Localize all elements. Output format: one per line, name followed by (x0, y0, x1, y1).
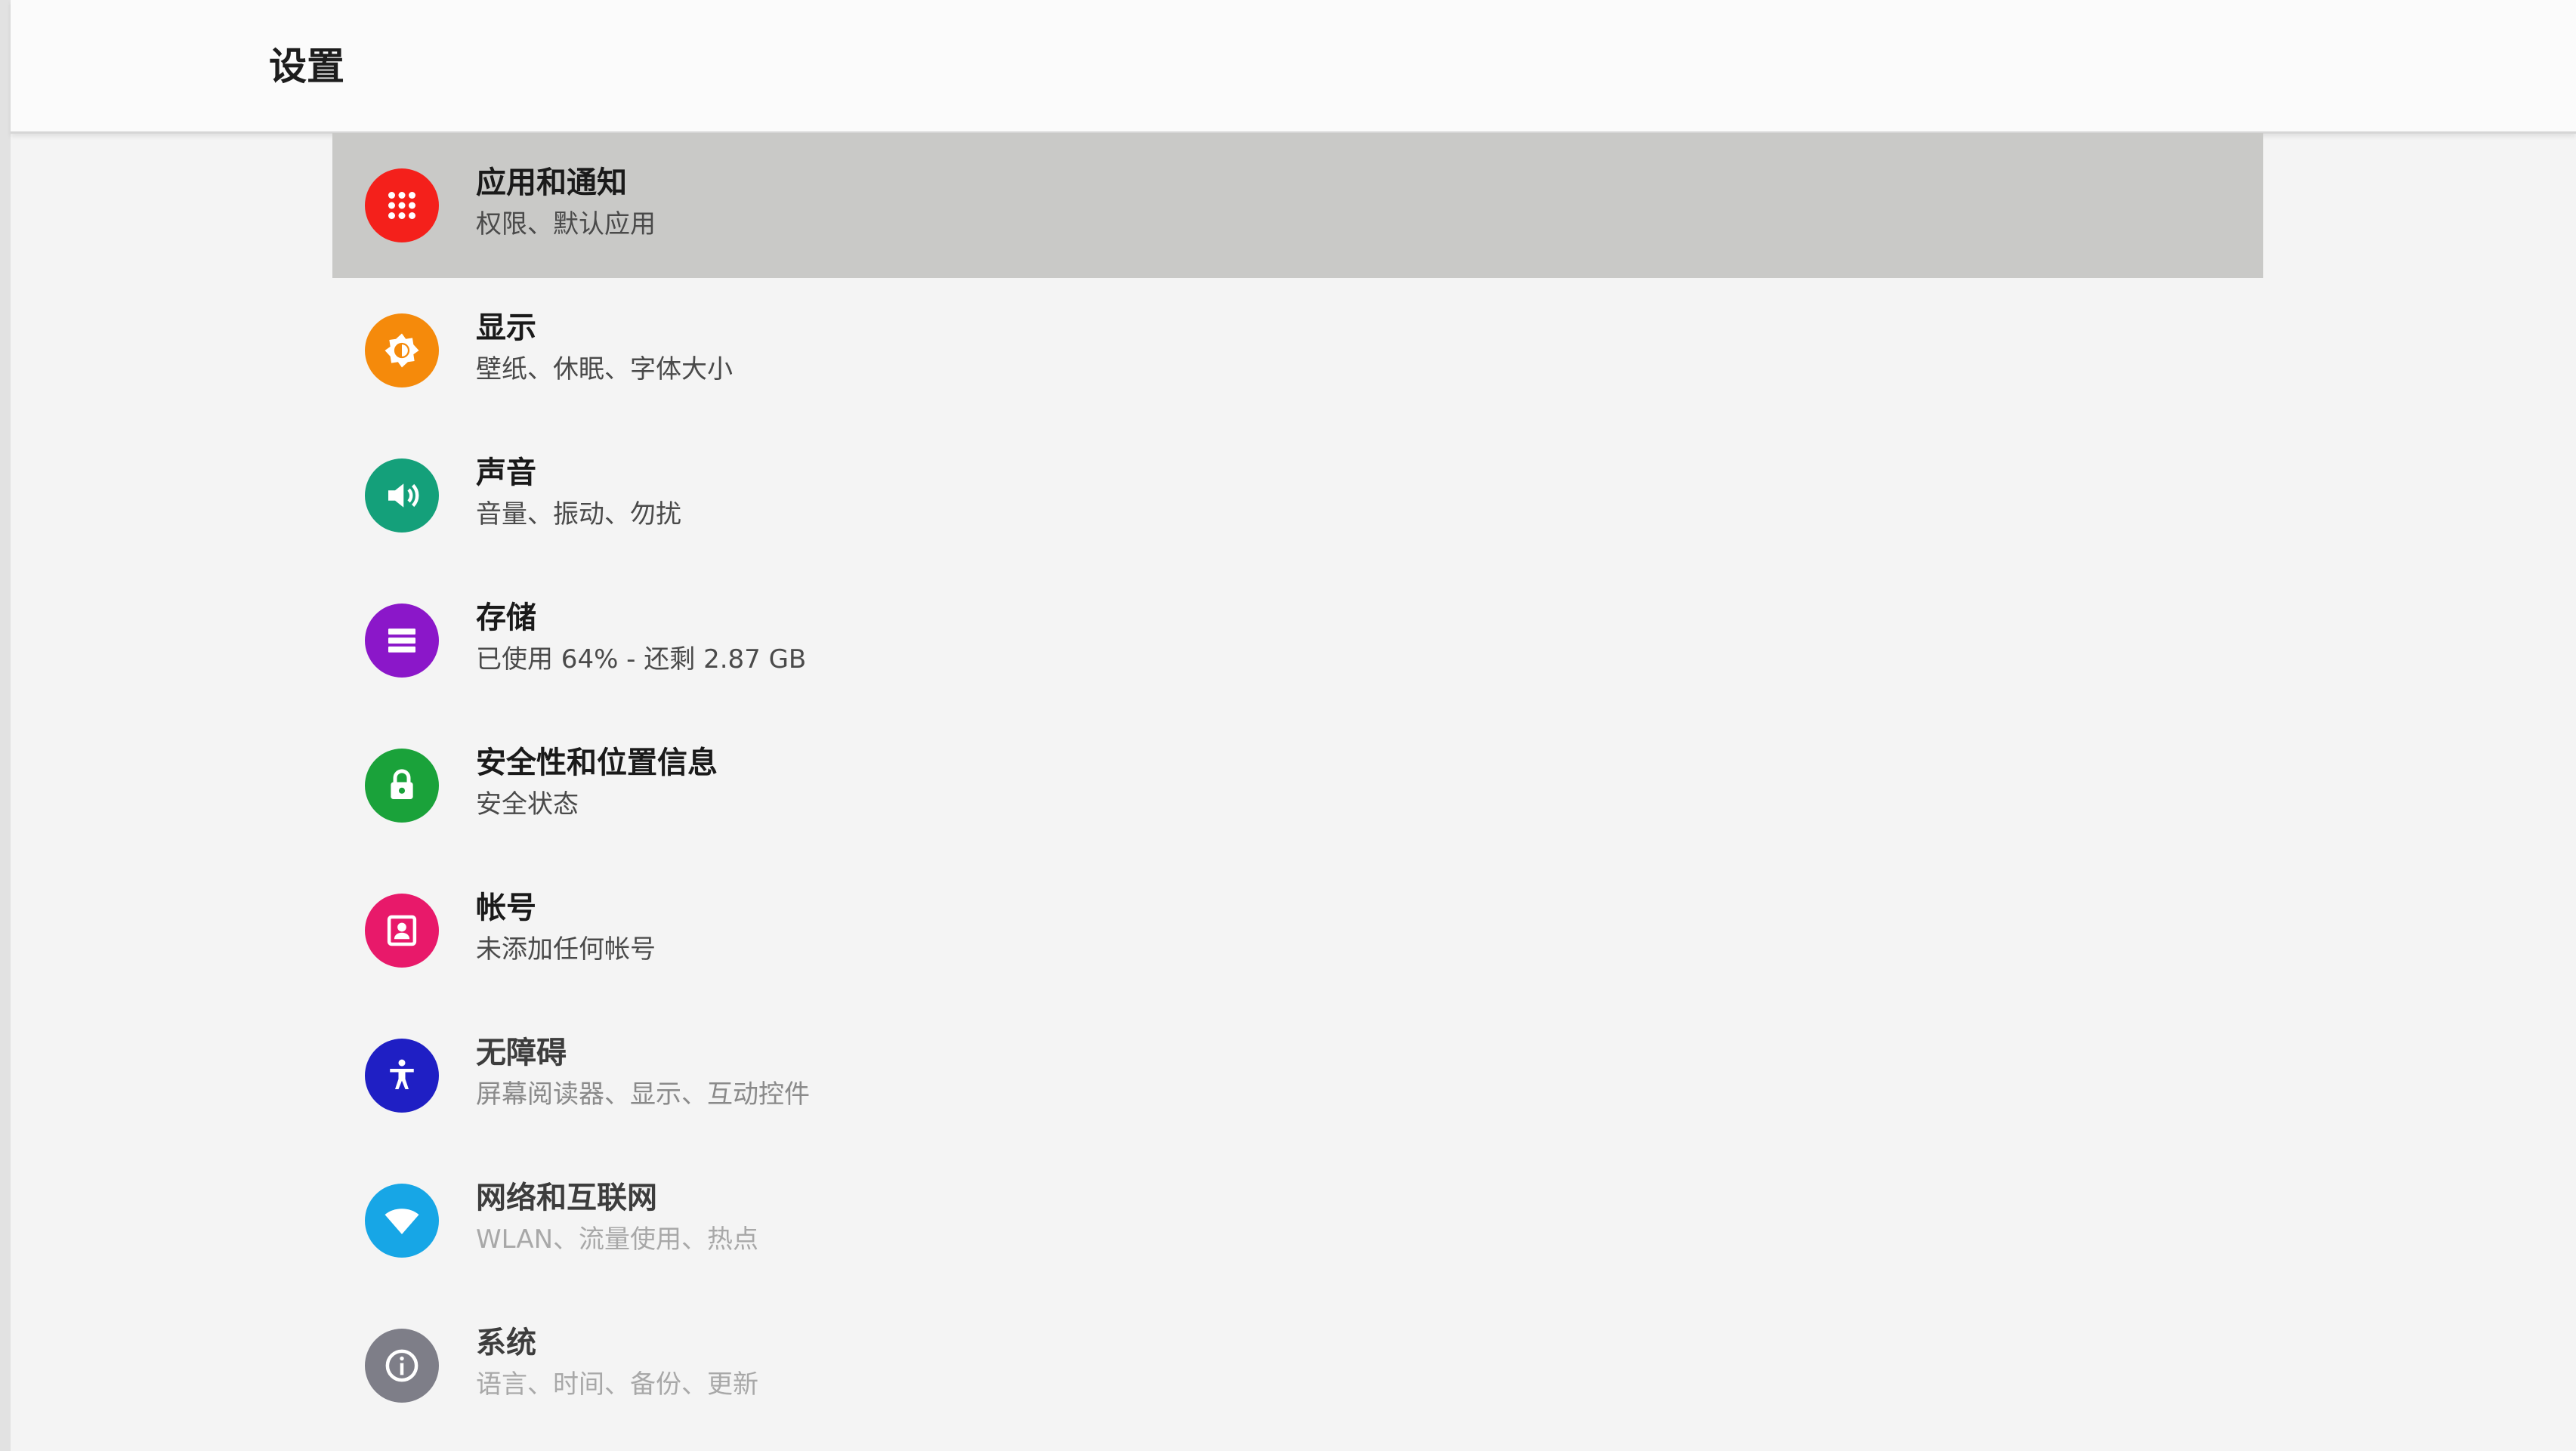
settings-item-title: 帐号 (476, 891, 536, 925)
settings-item-network-internet[interactable]: 网络和互联网 WLAN、流量使用、热点 (332, 1148, 2263, 1293)
account-icon (365, 894, 439, 968)
settings-item-apps-notifications[interactable]: 应用和通知 权限、默认应用 (332, 133, 2263, 278)
settings-item-storage[interactable]: 存储 已使用 64% - 还剩 2.87 GB (332, 568, 2263, 713)
settings-item-subtitle: 权限、默认应用 (476, 209, 656, 239)
page-title: 设置 (269, 45, 344, 88)
settings-item-subtitle: WLAN、流量使用、热点 (476, 1224, 759, 1255)
settings-item-title: 安全性和位置信息 (476, 746, 718, 780)
settings-item-title: 声音 (476, 455, 536, 490)
settings-item-subtitle: 屏幕阅读器、显示、互动控件 (476, 1079, 810, 1110)
settings-item-accessibility[interactable]: 无障碍 屏幕阅读器、显示、互动控件 (332, 1003, 2263, 1148)
settings-list: 应用和通知 权限、默认应用 显示 壁纸、休眠、字体大小 声音 音量、振动、勿扰 … (332, 133, 2263, 1438)
settings-item-title: 系统 (476, 1326, 536, 1360)
settings-item-title: 无障碍 (476, 1036, 567, 1070)
settings-item-title: 显示 (476, 310, 536, 345)
settings-item-display[interactable]: 显示 壁纸、休眠、字体大小 (332, 278, 2263, 423)
settings-item-title: 应用和通知 (476, 165, 627, 200)
settings-item-system[interactable]: 系统 语言、时间、备份、更新 (332, 1293, 2263, 1438)
settings-item-accounts[interactable]: 帐号 未添加任何帐号 (332, 858, 2263, 1003)
storage-icon (365, 604, 439, 678)
settings-item-sound[interactable]: 声音 音量、振动、勿扰 (332, 423, 2263, 568)
settings-screen: 设置 应用和通知 权限、默认应用 显示 壁纸、休眠、字体大小 声音 音量、振动、… (0, 0, 2576, 1451)
apps-grid-icon (365, 168, 439, 242)
app-bar: 设置 (11, 0, 2576, 134)
settings-item-subtitle: 未添加任何帐号 (476, 934, 656, 965)
settings-item-subtitle: 音量、振动、勿扰 (476, 499, 681, 529)
info-icon (365, 1329, 439, 1403)
volume-icon (365, 458, 439, 533)
lock-icon (365, 749, 439, 823)
settings-item-subtitle: 壁纸、休眠、字体大小 (476, 354, 733, 384)
screen-edge (0, 0, 11, 1451)
wifi-icon (365, 1184, 439, 1258)
brightness-icon (365, 313, 439, 387)
settings-item-subtitle: 已使用 64% - 还剩 2.87 GB (476, 644, 807, 675)
settings-item-title: 网络和互联网 (476, 1181, 657, 1215)
settings-item-security-location[interactable]: 安全性和位置信息 安全状态 (332, 713, 2263, 858)
accessibility-icon (365, 1039, 439, 1113)
settings-item-subtitle: 安全状态 (476, 789, 579, 820)
settings-item-subtitle: 语言、时间、备份、更新 (476, 1369, 758, 1400)
settings-item-title: 存储 (476, 600, 536, 635)
